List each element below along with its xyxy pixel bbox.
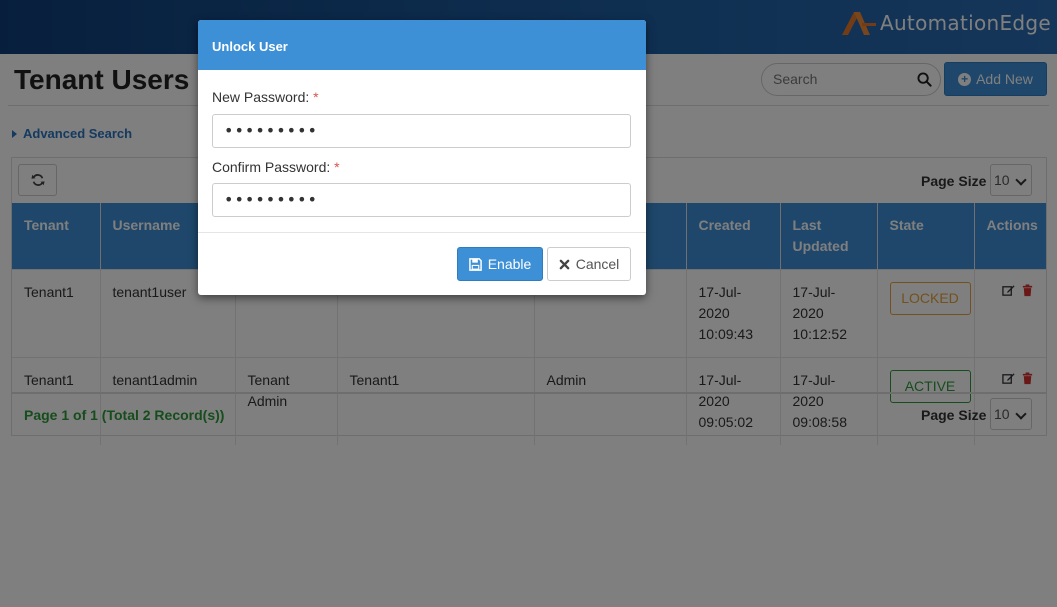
enable-button[interactable]: Enable bbox=[457, 247, 543, 281]
enable-label: Enable bbox=[487, 256, 532, 272]
save-icon bbox=[468, 257, 482, 271]
new-password-label: New Password: bbox=[212, 89, 310, 105]
cancel-button[interactable]: Cancel bbox=[547, 247, 631, 281]
close-icon bbox=[559, 259, 570, 269]
unlock-user-dialog: Unlock User New Password: * ••••••••• Co… bbox=[198, 20, 646, 295]
confirm-password-field[interactable]: ••••••••• bbox=[212, 183, 631, 217]
new-password-label-row: New Password: * bbox=[212, 89, 319, 105]
confirm-password-label-row: Confirm Password: * bbox=[212, 159, 340, 175]
confirm-password-label: Confirm Password: bbox=[212, 159, 331, 175]
dialog-title: Unlock User bbox=[198, 20, 646, 70]
required-mark: * bbox=[313, 89, 319, 105]
cancel-label: Cancel bbox=[575, 256, 620, 272]
required-mark: * bbox=[334, 159, 340, 175]
dialog-footer-divider bbox=[198, 232, 646, 233]
new-password-field[interactable]: ••••••••• bbox=[212, 114, 631, 148]
